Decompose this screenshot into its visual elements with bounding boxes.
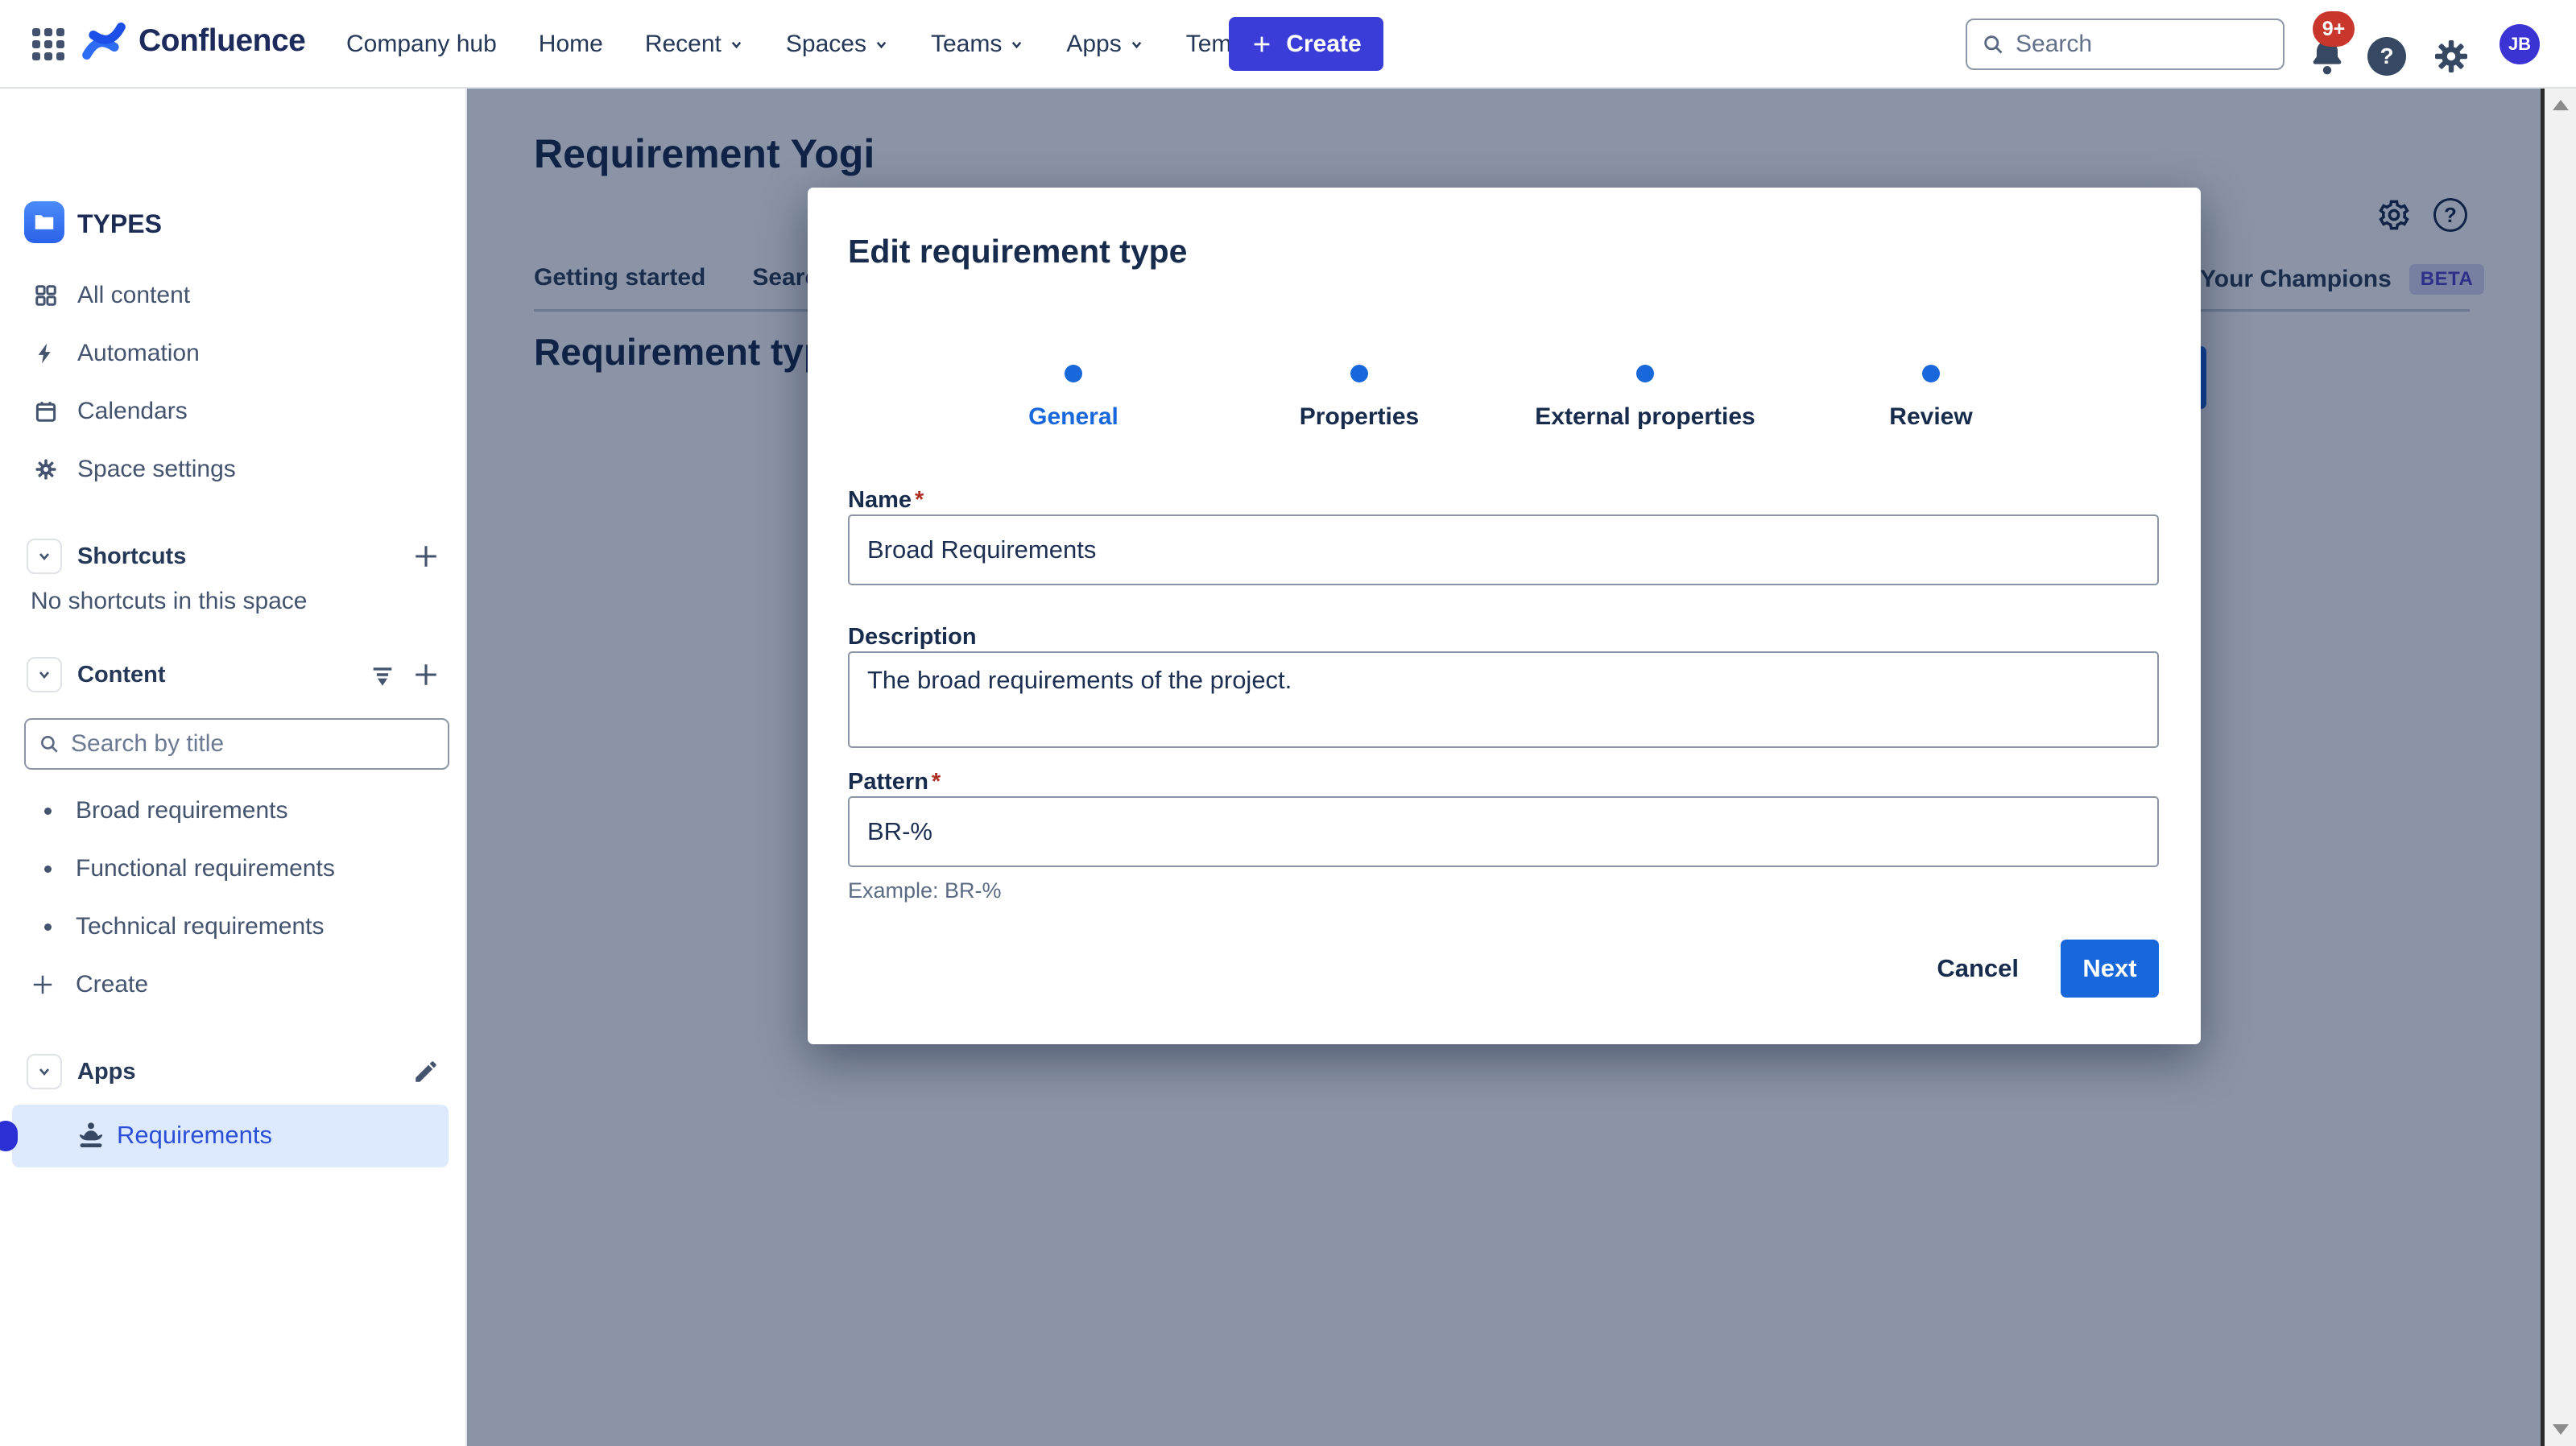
- plus-icon: [412, 543, 440, 570]
- search-icon: [1982, 33, 2004, 56]
- plus-icon: [412, 661, 440, 688]
- gear-icon: [2432, 37, 2471, 76]
- pattern-field[interactable]: [848, 796, 2159, 867]
- pattern-helper-text: Example: BR-%: [848, 878, 1002, 903]
- chevron-down-icon: [729, 37, 744, 52]
- global-create-button[interactable]: Create: [1229, 17, 1383, 71]
- chevron-down-icon: [36, 667, 52, 683]
- collapse-content-button[interactable]: [27, 657, 62, 692]
- active-indicator: [0, 1121, 18, 1151]
- gear-icon: [34, 457, 58, 481]
- product-wordmark: Confluence: [139, 23, 305, 59]
- nav-company-hub[interactable]: Company hub: [346, 31, 497, 58]
- confluence-mark-icon: [81, 18, 127, 64]
- grid-squares-icon: [34, 283, 58, 308]
- step-dot: [1350, 365, 1368, 382]
- modal-footer: Cancel Next: [1919, 938, 2159, 999]
- description-field[interactable]: The broad requirements of the project.: [848, 651, 2159, 748]
- filter-icon: [369, 661, 396, 688]
- shortcuts-empty-message: No shortcuts in this space: [31, 588, 308, 615]
- filter-content-button[interactable]: [369, 661, 396, 688]
- user-avatar[interactable]: JB: [2500, 24, 2540, 64]
- step-properties[interactable]: Properties: [1214, 365, 1504, 431]
- scroll-up-arrow[interactable]: [2553, 100, 2569, 110]
- add-content-button[interactable]: [412, 661, 440, 688]
- collapse-shortcuts-button[interactable]: [27, 539, 62, 574]
- plus-icon: [31, 973, 55, 997]
- confluence-logo[interactable]: Confluence: [81, 18, 305, 64]
- requirements-label: Requirements: [117, 1121, 272, 1150]
- content-section-header: Content: [0, 646, 467, 704]
- content-search-input[interactable]: [71, 730, 417, 758]
- sidebar-item-all-content[interactable]: All content: [0, 266, 467, 324]
- bullet-icon: [44, 808, 52, 815]
- notification-badge: 9+: [2313, 11, 2355, 47]
- sidebar-create-button[interactable]: Create: [0, 956, 467, 1014]
- nav-apps[interactable]: Apps: [1066, 31, 1143, 58]
- chevron-down-icon: [874, 37, 889, 52]
- page-item-technical-requirements[interactable]: Technical requirements: [0, 898, 467, 956]
- step-review[interactable]: Review: [1786, 365, 2076, 431]
- chevron-down-icon: [36, 548, 52, 564]
- step-external-properties[interactable]: External properties: [1500, 365, 1790, 431]
- collapse-apps-button[interactable]: [27, 1054, 62, 1089]
- bullet-icon: [44, 866, 52, 873]
- step-dot: [1065, 365, 1082, 382]
- plus-icon: [1251, 33, 1273, 56]
- pencil-icon: [412, 1058, 440, 1085]
- apps-section-header: Apps: [0, 1043, 467, 1101]
- question-mark-icon: ?: [2380, 43, 2393, 69]
- app-switcher-icon[interactable]: [32, 28, 64, 60]
- nav-teams[interactable]: Teams: [931, 31, 1024, 58]
- settings-button[interactable]: [2432, 37, 2471, 76]
- shortcuts-section-header: Shortcuts: [0, 527, 467, 585]
- chevron-down-icon: [36, 1064, 52, 1080]
- required-asterisk: *: [932, 769, 941, 795]
- sidebar-item-automation[interactable]: Automation: [0, 324, 467, 382]
- global-search: [1966, 19, 2284, 70]
- folder-icon: [32, 210, 56, 234]
- sidebar-item-space-settings[interactable]: Space settings: [0, 440, 467, 498]
- bullet-icon: [44, 923, 52, 931]
- nav-spaces[interactable]: Spaces: [786, 31, 889, 58]
- pattern-field-label: Pattern*: [848, 769, 941, 795]
- page-item-broad-requirements[interactable]: Broad requirements: [0, 782, 467, 840]
- lightning-icon: [34, 341, 58, 366]
- space-icon[interactable]: [24, 201, 64, 243]
- sidebar-item-calendars[interactable]: Calendars: [0, 382, 467, 440]
- search-icon: [39, 733, 60, 754]
- confluence-app: Confluence Company hub Home Recent Space…: [0, 0, 2576, 1446]
- modal-title: Edit requirement type: [848, 233, 1187, 271]
- description-field-label: Description: [848, 624, 977, 651]
- requirement-yogi-icon: [76, 1120, 106, 1151]
- space-name[interactable]: TYPES: [77, 209, 162, 239]
- top-navigation: Confluence Company hub Home Recent Space…: [0, 0, 2576, 89]
- content-search: [24, 718, 449, 770]
- nav-recent[interactable]: Recent: [645, 31, 744, 58]
- name-field[interactable]: [848, 514, 2159, 585]
- scroll-down-arrow[interactable]: [2553, 1424, 2569, 1435]
- calendar-icon: [34, 399, 58, 423]
- edit-apps-button[interactable]: [412, 1058, 440, 1085]
- space-sidebar: TYPES All content Automation Calendars: [0, 89, 467, 1446]
- global-search-input[interactable]: [2016, 31, 2249, 58]
- vertical-scrollbar[interactable]: [2545, 89, 2576, 1446]
- help-button[interactable]: ?: [2367, 37, 2406, 76]
- chevron-down-icon: [1009, 37, 1024, 52]
- step-dot: [1922, 365, 1940, 382]
- next-button[interactable]: Next: [2061, 940, 2159, 998]
- edit-requirement-type-modal: Edit requirement type General Properties…: [808, 188, 2201, 1044]
- notifications-button[interactable]: 9+: [2301, 24, 2358, 81]
- primary-nav: Company hub Home Recent Spaces Teams App…: [346, 0, 1296, 89]
- chevron-down-icon: [1129, 37, 1144, 52]
- page-item-functional-requirements[interactable]: Functional requirements: [0, 840, 467, 898]
- step-general[interactable]: General: [928, 365, 1218, 431]
- required-asterisk: *: [915, 487, 924, 513]
- step-dot: [1636, 365, 1654, 382]
- nav-home[interactable]: Home: [539, 31, 603, 58]
- cancel-button[interactable]: Cancel: [1919, 941, 2036, 996]
- add-shortcut-button[interactable]: [412, 543, 440, 570]
- name-field-label: Name*: [848, 487, 924, 514]
